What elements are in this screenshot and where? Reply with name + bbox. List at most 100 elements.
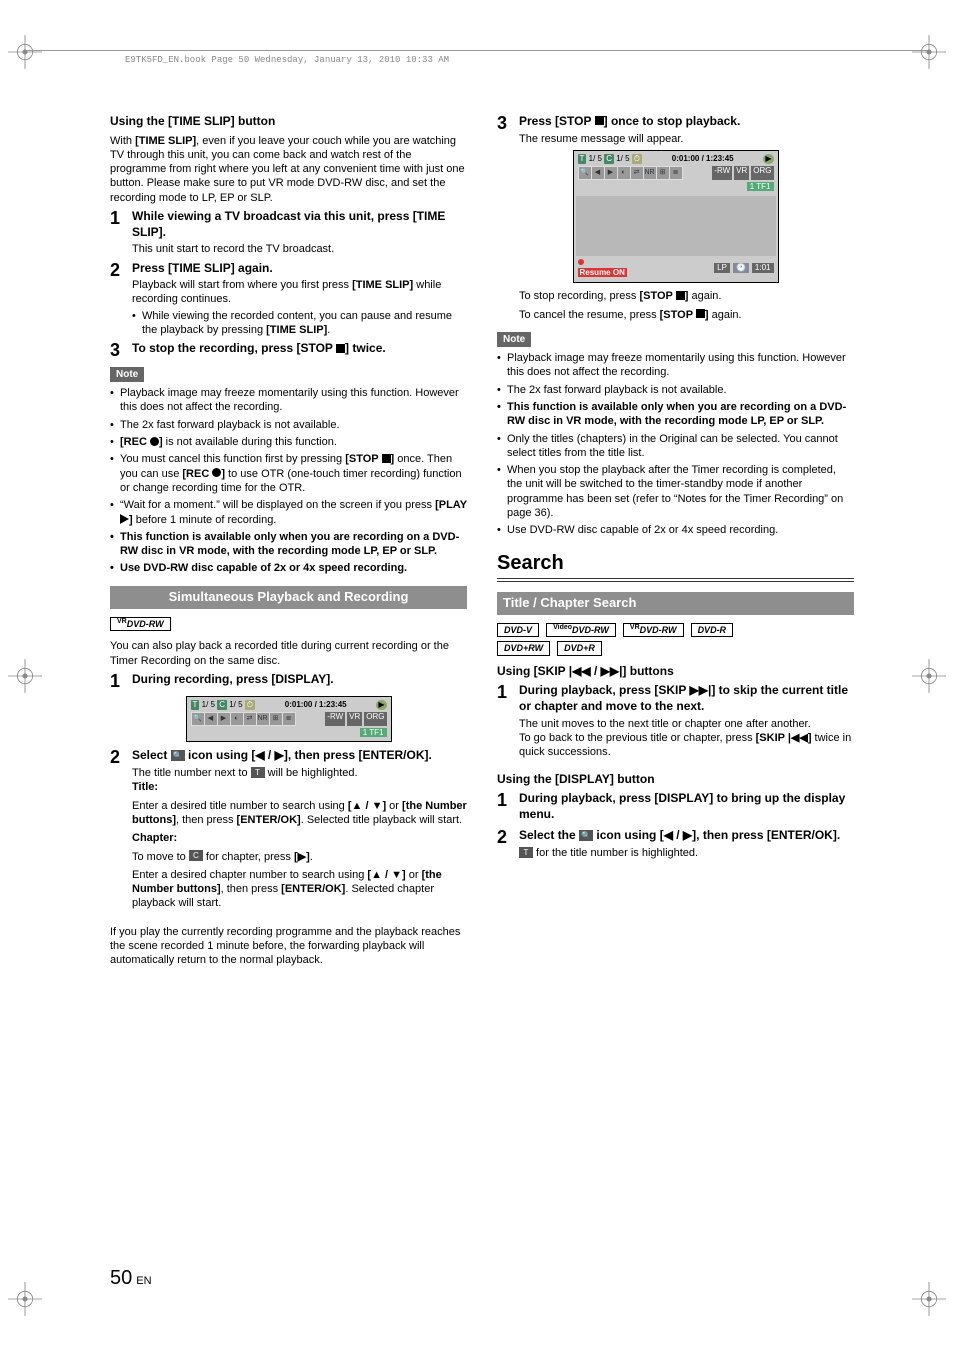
reg-mark-icon [912,659,946,693]
step-number: 1 [497,683,519,759]
note-item: When you stop the playback after the Tim… [497,463,854,520]
step-bullet: •While viewing the recorded content, you… [132,309,467,338]
osd-clock: 1:01 [752,263,774,273]
step-title: During playback, press [DISPLAY] to brin… [519,791,854,822]
osd-play-icon: ▶ [376,700,386,710]
step-title: Press [TIME SLIP] again. [132,261,467,277]
disc-badge-row: VRDVD-RW [110,615,467,634]
step-number: 1 [110,672,132,692]
page: E9TK5FD_EN.book Page 50 Wednesday, Janua… [0,0,954,1351]
stop-icon [382,454,391,463]
title-label: Title: [132,780,467,794]
step-2: 2 Press [TIME SLIP] again. Playback will… [110,261,467,338]
t-icon: T [251,767,265,778]
c-icon: C [189,850,203,861]
disc-badge: DVD+R [557,641,602,656]
note-item: This function is available only when you… [110,530,467,559]
page-lang: EN [136,1275,151,1287]
disc-badge: DVD-V [497,623,539,638]
play-icon [120,514,129,524]
note-item: “Wait for a moment.” will be displayed o… [110,498,467,527]
step-title: While viewing a TV broadcast via this un… [132,209,467,240]
osd-t-icon: T [191,700,200,710]
stop-icon [595,116,604,125]
note-list: Playback image may freeze momentarily us… [110,386,467,576]
reg-mark-icon [8,1282,42,1316]
step-title: To stop the recording, press [STOP ] twi… [132,341,467,357]
step-title: Select 🔍 icon using [◀ / ▶], then press … [132,748,467,764]
step-1: 1 While viewing a TV broadcast via this … [110,209,467,256]
chapter-label: Chapter: [132,831,467,845]
step-number: 3 [110,341,132,361]
sub-line: To cancel the resume, press [STOP ] agai… [519,308,854,322]
step-body: The unit moves to the next title or chap… [519,717,854,731]
osd-t-icon: T [578,154,587,164]
reg-mark-icon [912,35,946,69]
intro-paragraph: With [TIME SLIP], even if you leave your… [110,134,467,205]
note-item: Playback image may freeze momentarily us… [110,386,467,415]
osd-tag: VR [347,712,362,726]
note-item: This function is available only when you… [497,400,854,429]
step-sub-lines: To stop recording, press [STOP ] again. … [519,289,854,322]
step-body: T for the title number is highlighted. [519,846,854,860]
osd-chapter-count: 1/ 5 [229,700,242,709]
osd-c-icon: C [217,700,227,710]
chapter-body-1: To move to C for chapter, press [▶]. [132,850,467,864]
step-body: The resume message will appear. [519,132,854,146]
osd-tag: -RW [325,712,345,726]
note-item: The 2x fast forward playback is not avai… [110,418,467,432]
osd-play-icon: ▶ [763,154,773,164]
disp-step-1: 1 During playback, press [DISPLAY] to br… [497,791,854,824]
disc-badge: DVD+RW [497,641,550,656]
step-number: 1 [497,791,519,824]
step-body: Playback will start from where you first… [132,278,467,307]
reg-mark-icon [912,1282,946,1316]
step-3: 3 To stop the recording, press [STOP ] t… [110,341,467,361]
step-body: This unit start to record the TV broadca… [132,242,467,256]
osd-tf: 1 TF1 [360,728,387,737]
disc-badge: VRDVD-RW [623,623,684,638]
reg-mark-icon [8,35,42,69]
left-footer-paragraph: If you play the currently recording prog… [110,925,467,968]
step-body: To go back to the previous title or chap… [519,731,854,760]
step-title: During playback, press [SKIP ▶▶|] to ski… [519,683,854,714]
book-header: E9TK5FD_EN.book Page 50 Wednesday, Janua… [25,50,929,67]
note-label: Note [497,332,531,347]
osd-display-2: T 1/ 5 C 1/ 5 ⏱ 0:01:00 / 1:23:45 ▶ 🔍◀▶◐… [573,150,779,284]
step-title: Press [STOP ] once to stop playback. [519,114,854,130]
osd-clock-icon: ⏱ [245,700,255,710]
page-num-value: 50 [110,1267,132,1289]
osd-tag: VR [734,166,749,180]
step-number: 2 [110,748,132,914]
osd-tag: -RW [712,166,732,180]
osd-title-count: 1/ 5 [202,700,215,709]
t-icon: T [519,847,533,858]
osd-title-count: 1/ 5 [589,154,602,163]
rec-icon [150,437,159,446]
osd-icon-strip: 🔍◀▶◐⇄NR⊞≣ [578,166,683,180]
disc-badge: VRDVD-RW [110,617,171,632]
section-heading: Using the [TIME SLIP] button [110,114,467,130]
spr-step-2: 2 Select 🔍 icon using [◀ / ▶], then pres… [110,748,467,914]
note-item: Only the titles (chapters) in the Origin… [497,432,854,461]
step-body: The title number next to T will be highl… [132,766,467,780]
band-intro: You can also play back a recorded title … [110,639,467,668]
spr-step-1: 1 During recording, press [DISPLAY]. [110,672,467,692]
disc-badge: VideoDVD-RW [546,623,616,638]
right-column: 3 Press [STOP ] once to stop playback. T… [497,110,854,972]
title-body: Enter a desired title number to search u… [132,799,467,828]
step-title: Select the 🔍 icon using [◀ / ▶], then pr… [519,828,854,844]
sub-line: To stop recording, press [STOP ] again. [519,289,854,303]
disc-badge: DVD-R [691,623,734,638]
osd-chapter-count: 1/ 5 [616,154,629,163]
step-number: 3 [497,114,519,146]
osd-display-1: T 1/ 5 C 1/ 5 ⏱ 0:01:00 / 1:23:45 ▶ 🔍◀▶◐… [186,696,392,743]
rec-icon [212,468,221,477]
stop-icon [676,291,685,300]
step-number: 1 [110,209,132,256]
content-columns: Using the [TIME SLIP] button With [TIME … [110,110,854,972]
big-section-heading: Search [497,550,854,582]
osd-icon-strip: 🔍◀▶◐⇄NR⊞≣ [191,712,296,726]
step-number: 2 [110,261,132,338]
step-title: During recording, press [DISPLAY]. [132,672,467,688]
